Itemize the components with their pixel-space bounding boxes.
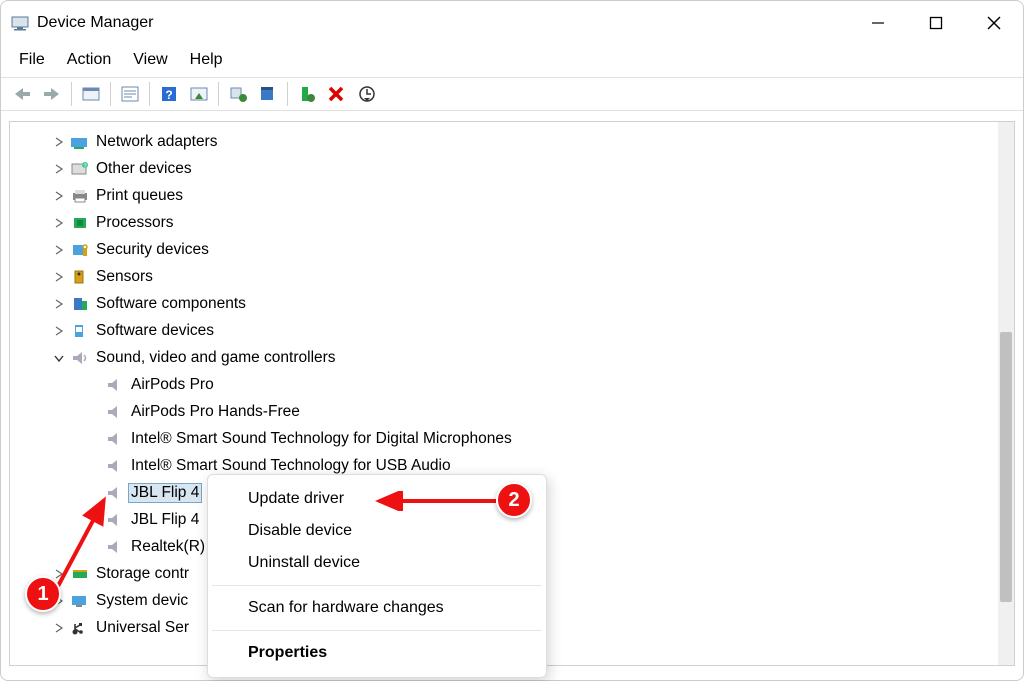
- tree-category[interactable]: Processors: [10, 209, 1014, 236]
- speaker-icon: [105, 429, 125, 449]
- titlebar: Device Manager: [1, 1, 1023, 45]
- tree-label: Processors: [96, 214, 174, 232]
- context-disable-device[interactable]: Disable device: [208, 515, 546, 547]
- printer-icon: [70, 186, 90, 206]
- menu-help[interactable]: Help: [180, 49, 233, 71]
- update-driver-button[interactable]: [223, 80, 253, 108]
- annotation-arrow-2: [371, 491, 501, 511]
- security-icon: [70, 240, 90, 260]
- cpu-icon: [70, 213, 90, 233]
- network-adapter-icon: [70, 132, 90, 152]
- tree-label: Security devices: [96, 241, 209, 259]
- tree-label: Universal Ser: [96, 619, 189, 637]
- maximize-button[interactable]: [907, 1, 965, 45]
- scan-hardware-button[interactable]: [352, 80, 382, 108]
- svg-text:?: ?: [165, 88, 172, 102]
- annotation-arrow-1: [49, 490, 119, 595]
- tree-label: Sensors: [96, 268, 153, 286]
- speaker-icon: [105, 375, 125, 395]
- window-controls: [849, 1, 1023, 45]
- software-device-icon: [70, 321, 90, 341]
- tree-item[interactable]: AirPods Pro: [10, 371, 1014, 398]
- tree-label: Intel® Smart Sound Technology for Digita…: [131, 430, 512, 448]
- context-properties[interactable]: Properties: [208, 637, 546, 669]
- menu-view[interactable]: View: [123, 49, 177, 71]
- show-hidden-button[interactable]: [76, 80, 106, 108]
- tree-label: Sound, video and game controllers: [96, 349, 336, 367]
- properties-button[interactable]: [115, 80, 145, 108]
- menu-action[interactable]: Action: [57, 49, 121, 71]
- scrollbar[interactable]: [998, 122, 1014, 665]
- chevron-right-icon[interactable]: [52, 270, 66, 284]
- disable-device-button[interactable]: [322, 80, 352, 108]
- speaker-icon: [105, 402, 125, 422]
- tree-category-sound[interactable]: Sound, video and game controllers: [10, 344, 1014, 371]
- chevron-right-icon[interactable]: [52, 216, 66, 230]
- scrollbar-thumb[interactable]: [1000, 332, 1012, 602]
- usb-icon: [70, 618, 90, 638]
- enable-device-button[interactable]: [292, 80, 322, 108]
- chevron-right-icon[interactable]: [52, 189, 66, 203]
- menu-file[interactable]: File: [9, 49, 55, 71]
- annotation-badge-2: 2: [496, 482, 532, 518]
- menubar: File Action View Help: [1, 45, 1023, 77]
- chevron-right-icon[interactable]: [52, 162, 66, 176]
- tree-label: Network adapters: [96, 133, 217, 151]
- minimize-button[interactable]: [849, 1, 907, 45]
- other-device-icon: ?: [70, 159, 90, 179]
- close-button[interactable]: [965, 1, 1023, 45]
- tree-category[interactable]: Software devices: [10, 317, 1014, 344]
- tree-category[interactable]: Network adapters: [10, 128, 1014, 155]
- uninstall-button[interactable]: [253, 80, 283, 108]
- menu-separator: [212, 630, 542, 631]
- software-component-icon: [70, 294, 90, 314]
- tree-item[interactable]: AirPods Pro Hands-Free: [10, 398, 1014, 425]
- tree-category[interactable]: Software components: [10, 290, 1014, 317]
- window-title: Device Manager: [37, 14, 154, 32]
- tree-label: Realtek(R): [131, 538, 205, 556]
- tree-label: Software devices: [96, 322, 214, 340]
- tree-category[interactable]: Security devices: [10, 236, 1014, 263]
- chevron-down-icon[interactable]: [52, 351, 66, 365]
- tree-label: AirPods Pro: [131, 376, 214, 394]
- toolbar: ?: [1, 77, 1023, 111]
- tree-label: JBL Flip 4: [131, 511, 199, 529]
- speaker-icon: [105, 456, 125, 476]
- chevron-right-icon[interactable]: [52, 135, 66, 149]
- tree-label: JBL Flip 4: [128, 483, 202, 503]
- tree-label: Software components: [96, 295, 246, 313]
- back-button[interactable]: [7, 80, 37, 108]
- tree-item[interactable]: Intel® Smart Sound Technology for Digita…: [10, 425, 1014, 452]
- tree-label: AirPods Pro Hands-Free: [131, 403, 300, 421]
- forward-button[interactable]: [37, 80, 67, 108]
- context-uninstall-device[interactable]: Uninstall device: [208, 547, 546, 579]
- chevron-right-icon[interactable]: [52, 297, 66, 311]
- devices-by-type-button[interactable]: [184, 80, 214, 108]
- sensor-icon: [70, 267, 90, 287]
- help-button[interactable]: ?: [154, 80, 184, 108]
- tree-label: Print queues: [96, 187, 183, 205]
- context-scan-hardware[interactable]: Scan for hardware changes: [208, 592, 546, 624]
- chevron-right-icon[interactable]: [52, 621, 66, 635]
- app-icon: [11, 14, 29, 32]
- tree-category[interactable]: Print queues: [10, 182, 1014, 209]
- tree-category[interactable]: ? Other devices: [10, 155, 1014, 182]
- tree-label: Other devices: [96, 160, 192, 178]
- speaker-icon: [70, 348, 90, 368]
- tree-category[interactable]: Sensors: [10, 263, 1014, 290]
- chevron-right-icon[interactable]: [52, 324, 66, 338]
- tree-label: Intel® Smart Sound Technology for USB Au…: [131, 457, 451, 475]
- chevron-right-icon[interactable]: [52, 243, 66, 257]
- annotation-badge-1: 1: [25, 576, 61, 612]
- menu-separator: [212, 585, 542, 586]
